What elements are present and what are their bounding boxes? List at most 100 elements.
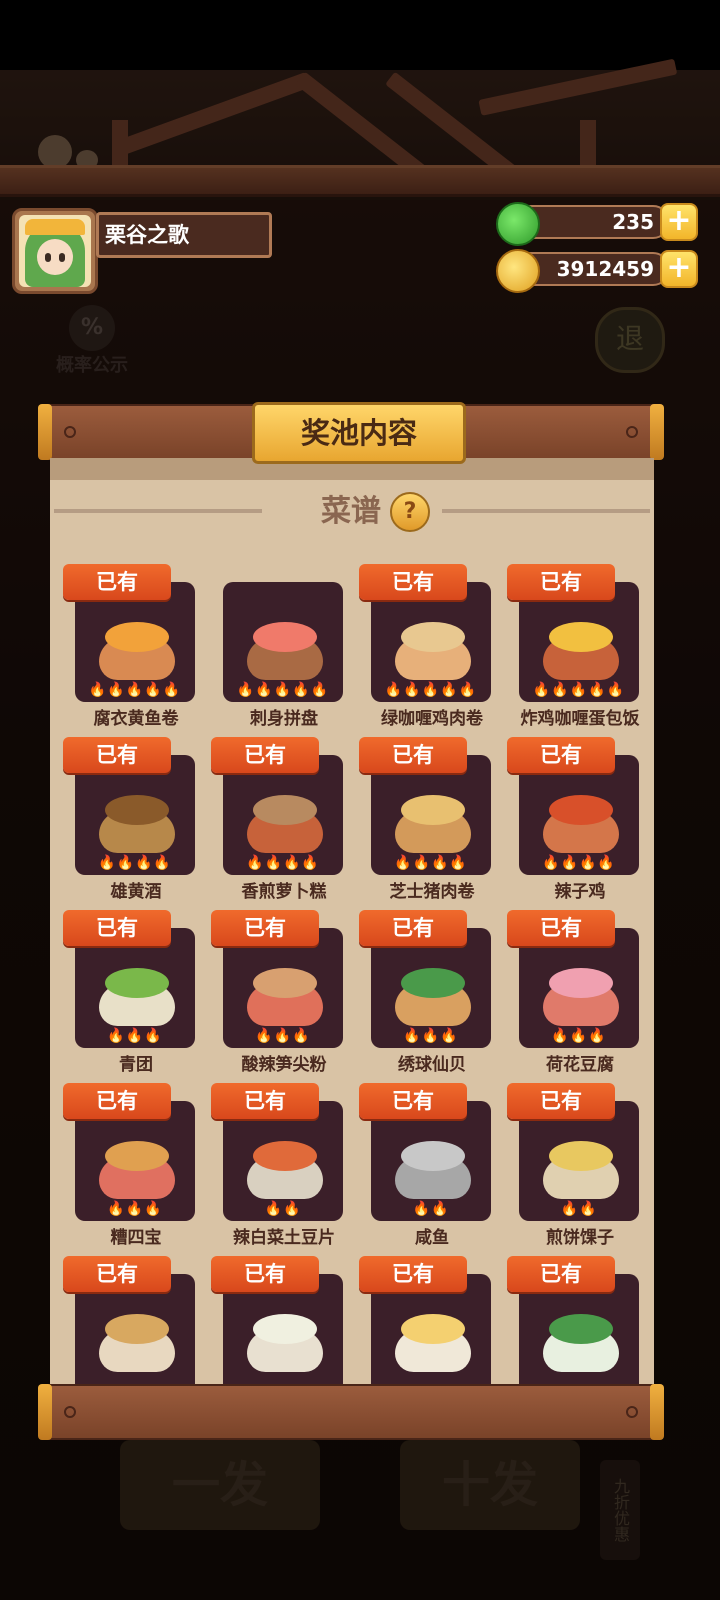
- dish-food-icon: [253, 795, 317, 825]
- rarity-flame-icons: 🔥🔥🔥🔥: [246, 855, 320, 871]
- recipe-card[interactable]: 已有 🔥🔥🔥🔥 辣子鸡: [507, 737, 653, 904]
- recipe-card[interactable]: 已有 🔥🔥🔥 荷花豆腐: [507, 910, 653, 1077]
- rarity-flame-icons: 🔥🔥🔥🔥🔥: [88, 682, 182, 698]
- green-gem-icon: [496, 202, 540, 246]
- dish-food-icon: [105, 1141, 169, 1171]
- owned-badge: 已有: [507, 1256, 615, 1292]
- dish-food-icon: [105, 1314, 169, 1344]
- recipe-image: 🔥🔥🔥🔥🔥: [223, 582, 343, 702]
- rarity-flame-icons: 🔥🔥🔥: [255, 1028, 311, 1044]
- dish-food-icon: [549, 795, 613, 825]
- owned-badge: 已有: [507, 564, 615, 600]
- owned-badge: 已有: [63, 737, 171, 773]
- owned-badge: 已有: [63, 1083, 171, 1119]
- recipe-name: 炸鸡咖喱蛋包饭: [520, 709, 640, 729]
- recipe-card[interactable]: 已有: [211, 1256, 357, 1390]
- dish-food-icon: [253, 622, 317, 652]
- recipe-image: 🔥🔥: [371, 1101, 491, 1221]
- recipe-image: 🔥🔥🔥: [75, 928, 195, 1048]
- recipe-name: 酸辣笋尖粉: [241, 1055, 327, 1075]
- recipe-image: 🔥🔥🔥🔥: [519, 755, 639, 875]
- recipe-card[interactable]: 已有 🔥🔥🔥 酸辣笋尖粉: [211, 910, 357, 1077]
- dish-food-icon: [401, 1141, 465, 1171]
- recipe-card[interactable]: 已有 🔥🔥🔥🔥🔥 炸鸡咖喱蛋包饭: [507, 564, 653, 731]
- rarity-flame-icons: 🔥🔥🔥🔥🔥: [236, 682, 330, 698]
- dish-food-icon: [549, 1314, 613, 1344]
- recipe-image: 🔥🔥: [223, 1101, 343, 1221]
- recipe-card[interactable]: 已有 🔥🔥🔥🔥 雄黄酒: [63, 737, 209, 904]
- recipe-card[interactable]: 已有 🔥🔥🔥🔥🔥 绿咖喱鸡肉卷: [359, 564, 505, 731]
- reward-pool-panel[interactable]: 菜谱 ? 已有 🔥🔥🔥🔥🔥 腐衣黄鱼卷 🔥🔥🔥🔥🔥 刺身拼盘 已有 🔥🔥🔥🔥🔥 绿咖喱鸡肉卷已…: [50, 458, 654, 1390]
- recipe-image: 🔥🔥: [519, 1101, 639, 1221]
- dish-food-icon: [401, 795, 465, 825]
- recipe-name: 荷花豆腐: [546, 1055, 614, 1075]
- dish-food-icon: [105, 968, 169, 998]
- recipe-name: 雄黄酒: [110, 882, 162, 902]
- owned-badge: 已有: [359, 564, 467, 600]
- recipe-card[interactable]: 已有 🔥🔥🔥 青团: [63, 910, 209, 1077]
- owned-badge: 已有: [359, 910, 467, 946]
- recipe-card[interactable]: 🔥🔥🔥🔥🔥 刺身拼盘: [211, 566, 357, 731]
- recipe-name: 芝士猪肉卷: [389, 882, 475, 902]
- recipe-card[interactable]: 已有 🔥🔥 辣白菜土豆片: [211, 1083, 357, 1250]
- recipe-image: 🔥🔥🔥🔥🔥: [75, 582, 195, 702]
- recipe-image: 🔥🔥🔥: [75, 1101, 195, 1221]
- add-coins-button[interactable]: +: [660, 250, 698, 288]
- question-icon[interactable]: ?: [390, 492, 430, 532]
- recipe-name: 刺身拼盘: [250, 709, 318, 729]
- rarity-flame-icons: 🔥🔥🔥: [107, 1028, 163, 1044]
- recipe-name: 煎饼馃子: [546, 1228, 614, 1248]
- owned-badge: 已有: [211, 1256, 319, 1292]
- rarity-flame-icons: 🔥🔥🔥: [403, 1028, 459, 1044]
- recipe-image: 🔥🔥🔥🔥🔥: [371, 582, 491, 702]
- plus-icon: +: [666, 250, 692, 285]
- recipe-card[interactable]: 已有: [63, 1256, 209, 1390]
- recipe-card[interactable]: 已有 🔥🔥 咸鱼: [359, 1083, 505, 1250]
- rarity-flame-icons: 🔥🔥🔥🔥: [98, 855, 172, 871]
- panel-title: 奖池内容: [252, 402, 466, 464]
- rarity-flame-icons: 🔥🔥🔥🔥: [394, 855, 468, 871]
- recipe-card[interactable]: 已有: [359, 1256, 505, 1390]
- rarity-flame-icons: 🔥🔥: [560, 1201, 598, 1217]
- rarity-flame-icons: 🔥🔥🔥: [551, 1028, 607, 1044]
- dish-food-icon: [549, 622, 613, 652]
- dish-food-icon: [401, 1314, 465, 1344]
- recipe-image: 🔥🔥🔥🔥: [223, 755, 343, 875]
- recipe-name: 香煎萝卜糕: [241, 882, 327, 902]
- recipe-card[interactable]: 已有: [507, 1256, 653, 1390]
- owned-badge: 已有: [507, 910, 615, 946]
- recipe-card[interactable]: 已有 🔥🔥🔥🔥 芝士猪肉卷: [359, 737, 505, 904]
- recipe-card[interactable]: 已有 🔥🔥🔥🔥 香煎萝卜糕: [211, 737, 357, 904]
- recipe-name: 绣球仙贝: [398, 1055, 466, 1075]
- owned-badge: 已有: [211, 910, 319, 946]
- player-avatar[interactable]: [12, 208, 98, 294]
- recipe-card[interactable]: 已有 🔥🔥🔥🔥🔥 腐衣黄鱼卷: [63, 564, 209, 731]
- recipe-name: 糟四宝: [110, 1228, 162, 1248]
- recipe-card[interactable]: 已有 🔥🔥🔥 绣球仙贝: [359, 910, 505, 1077]
- scroll-bottom-rod: [38, 1384, 664, 1440]
- owned-badge: 已有: [507, 1083, 615, 1119]
- rarity-flame-icons: 🔥🔥: [264, 1201, 302, 1217]
- dish-food-icon: [253, 968, 317, 998]
- recipe-card[interactable]: 已有 🔥🔥🔥 糟四宝: [63, 1083, 209, 1250]
- rarity-flame-icons: 🔥🔥🔥🔥🔥: [532, 682, 626, 698]
- dish-food-icon: [253, 1314, 317, 1344]
- recipe-image: 🔥🔥🔥: [223, 928, 343, 1048]
- owned-badge: 已有: [63, 564, 171, 600]
- gold-coin-icon: [496, 249, 540, 293]
- owned-badge: 已有: [211, 1083, 319, 1119]
- owned-badge: 已有: [63, 910, 171, 946]
- rarity-flame-icons: 🔥🔥🔥🔥: [542, 855, 616, 871]
- recipe-name: 腐衣黄鱼卷: [93, 709, 179, 729]
- rarity-flame-icons: 🔥🔥🔥: [107, 1201, 163, 1217]
- recipe-image: 🔥🔥🔥: [519, 928, 639, 1048]
- add-gems-button[interactable]: +: [660, 203, 698, 241]
- recipe-name: 辣白菜土豆片: [233, 1228, 335, 1248]
- rarity-flame-icons: 🔥🔥🔥🔥🔥: [384, 682, 478, 698]
- recipe-name: 青团: [119, 1055, 153, 1075]
- player-name: 栗谷之歌: [96, 212, 272, 258]
- recipe-card[interactable]: 已有 🔥🔥 煎饼馃子: [507, 1083, 653, 1250]
- owned-badge: 已有: [63, 1256, 171, 1292]
- recipe-image: 🔥🔥🔥🔥: [371, 755, 491, 875]
- rarity-flame-icons: 🔥🔥: [412, 1201, 450, 1217]
